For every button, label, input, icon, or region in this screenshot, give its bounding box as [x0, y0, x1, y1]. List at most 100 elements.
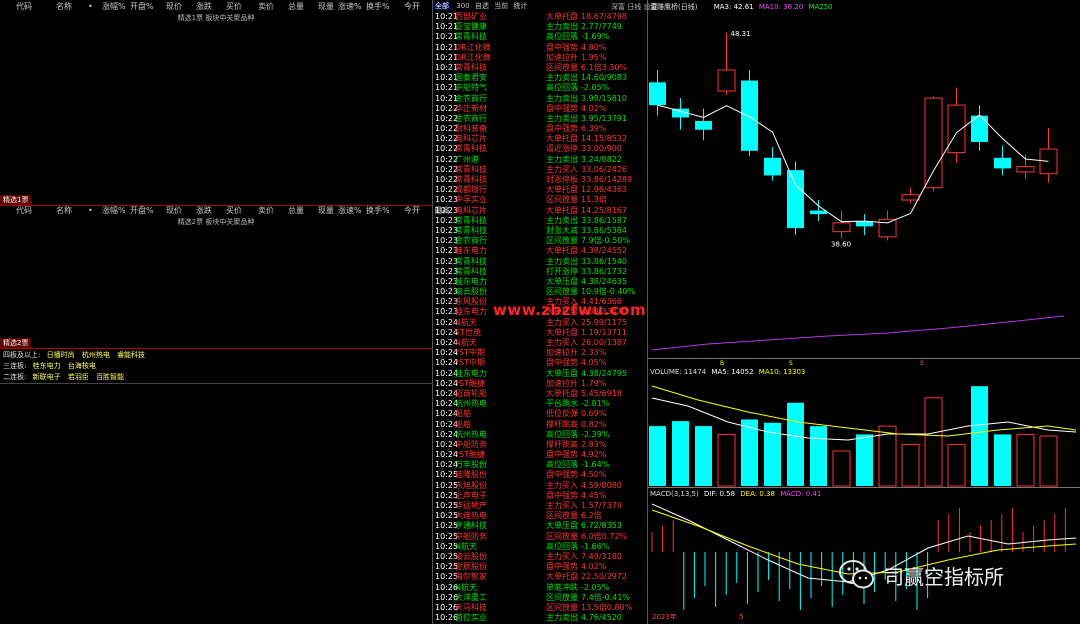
feed-row[interactable]: 10:25 中船防务 区间放量 6.0倍0.72% [433, 532, 647, 542]
feed-row[interactable]: 10:24 杭州热电 高位回落 -2.39% [433, 430, 647, 440]
sector-stock[interactable]: 桂东电力 [33, 362, 61, 370]
feed-row[interactable]: 10:23 电科芯片 大单托盘 14.25/8167 [433, 206, 647, 216]
volume-bar[interactable] [787, 402, 804, 486]
feed-tab-watch[interactable]: 自选 [475, 2, 489, 10]
feed-row[interactable]: 10:24 N航天 主力买入 25.99/1175 [433, 318, 647, 328]
feed-tab-stats[interactable]: 统计 [513, 2, 527, 10]
col-name[interactable]: 名称 [56, 205, 88, 216]
feed-row[interactable]: 10:24 杭州热电 平台跳水 -2.81% [433, 399, 647, 409]
candle[interactable] [832, 222, 851, 233]
volume-bar[interactable] [994, 434, 1011, 486]
sector-stock[interactable]: 杭州热电 [82, 351, 110, 359]
feed-row[interactable]: 10:21 DR江化微 加速拉升 1.95% [433, 53, 647, 63]
feed-row[interactable]: 10:25 金辰股份 盘中强势 4.02% [433, 562, 647, 572]
kline-chart[interactable]: 48.31 38.60 B S S [648, 8, 1080, 368]
sector-stock[interactable]: 百胜智能 [96, 373, 124, 381]
feed-row[interactable]: 10:24 N航天 主力买入 26.00/1387 [433, 338, 647, 348]
feed-row[interactable]: 10:26 大洋重工 区间放量 7.4倍-0.41% [433, 593, 647, 603]
col-turnover[interactable]: 换手% [366, 205, 404, 216]
feed-row[interactable]: 10:23 常青科技 主力卖出 33.86/1587 [433, 216, 647, 226]
candle[interactable] [810, 210, 827, 215]
feed-row[interactable]: 10:23 中孚实业 区间放量 11.3倍 [433, 195, 647, 205]
feed-row[interactable]: 10:26 首位实业 主力卖出 4.76/4520 [433, 613, 647, 623]
col-ask[interactable]: 卖价 [258, 1, 288, 12]
feed-row[interactable]: 10:24 船舶 低位反弹 0.69% [433, 409, 647, 419]
col-cur-vol[interactable]: 现量 [318, 205, 338, 216]
feed-row[interactable]: 10:22 电科芯片 大单托盘 14.15/8532 [433, 134, 647, 144]
col-speed[interactable]: 涨速% [338, 205, 366, 216]
col-open-pct[interactable]: 开盘% [130, 1, 166, 12]
feed-row[interactable]: 10:22 耐科装备 盘中强势 6.39% [433, 124, 647, 134]
col-bid[interactable]: 买价 [226, 1, 258, 12]
feed-row[interactable]: 10:25 凌云股份 主力买入 7.49/3180 [433, 552, 647, 562]
feed-row[interactable]: 10:22 常青科技 主力买入 33.06/2426 [433, 165, 647, 175]
sector-stock[interactable]: 若羽臣 [68, 373, 89, 381]
feed-row[interactable]: 10:21 亚宝健康 主力卖出 2.77/7749 [433, 22, 647, 32]
col-name[interactable]: 名称 [56, 1, 88, 12]
volume-chart[interactable] [648, 378, 1080, 488]
feed-row[interactable]: 10:21 国泰君安 主力卖出 14.60/9083 [433, 73, 647, 83]
col-ask[interactable]: 卖价 [258, 205, 288, 216]
col-volume[interactable]: 总量 [288, 205, 318, 216]
volume-bar[interactable] [672, 421, 689, 486]
feed-row[interactable]: 10:23 桂东电力 大单托盘 4.38/24552 [433, 246, 647, 256]
col-delta[interactable]: 涨跌 [196, 1, 226, 12]
feed-row[interactable]: 10:25 海尔智家 大单托盘 22.50/2972 [433, 572, 647, 582]
volume-bar[interactable] [741, 419, 758, 486]
feed-row[interactable]: 10:24 中船防务 撑杆跳高 2.83% [433, 440, 647, 450]
col-volume[interactable]: 总量 [288, 1, 318, 12]
feed-row[interactable]: 10:25 亨通科技 大单压盘 6.72/8353 [433, 521, 647, 531]
candle[interactable] [741, 80, 758, 151]
feed-row[interactable]: 10:25 上声电子 盘中强势 4.45% [433, 491, 647, 501]
macd-chart[interactable] [648, 500, 1080, 612]
col-code[interactable]: 代码 [0, 205, 56, 216]
volume-bar[interactable] [717, 433, 736, 487]
candle[interactable] [924, 97, 943, 189]
tab-list2[interactable]: 精选2票 [0, 338, 32, 348]
feed-row[interactable]: 10:25 大连热电 区间放量 6.2倍 [433, 511, 647, 521]
feed-row[interactable]: 10:22 常青科技 封涨停板 33.86/14289 [433, 175, 647, 185]
feed-row[interactable]: 10:22 广州港 主力卖出 3.24/8822 [433, 155, 647, 165]
volume-bar[interactable] [695, 426, 712, 486]
volume-bar[interactable] [971, 386, 988, 486]
feed-row[interactable]: 10:23 金农商行 区间放量 7.9倍-0.50% [433, 236, 647, 246]
feed-row[interactable]: 10:21 常青科技 区间放量 6.1倍3.30% [433, 63, 647, 73]
col-price[interactable]: 现价 [166, 1, 196, 12]
feed-tab-all[interactable]: 全部 [433, 2, 451, 10]
volume-bar[interactable] [1016, 433, 1035, 487]
candle[interactable] [695, 120, 712, 130]
feed-row[interactable]: 10:23 常青科技 主力卖出 33.86/1540 [433, 257, 647, 267]
volume-bar[interactable] [856, 434, 873, 486]
col-cur-vol[interactable]: 现量 [318, 1, 338, 12]
sector-stock[interactable]: 新联电子 [33, 373, 61, 381]
feed-row[interactable]: 10:24 *ST中期 盘中强势 4.05% [433, 358, 647, 368]
feed-row[interactable]: 10:22 常青科技 逼近涨停 33.00/900 [433, 144, 647, 154]
volume-bar[interactable] [924, 397, 943, 487]
candle[interactable] [649, 82, 666, 106]
feed-row[interactable]: 10:24 桂东电力 大单压盘 4.38/24795 [433, 369, 647, 379]
candle[interactable] [1016, 166, 1035, 173]
feed-row[interactable]: 10:21 西部矿业 大单托盘 18.67/4798 [433, 12, 647, 22]
feed-row[interactable]: 10:25 N航天 高位回落 -1.66% [433, 542, 647, 552]
col-turnover[interactable]: 换手% [366, 1, 404, 12]
sector-stock[interactable]: 日播时尚 [47, 351, 75, 359]
col-bid[interactable]: 买价 [226, 205, 258, 216]
feed-tab-current[interactable]: 当前 [494, 2, 508, 10]
col-delta[interactable]: 涨跌 [196, 205, 226, 216]
feed-row[interactable]: 10:22 成都银行 大单托盘 12.96/4363 [433, 185, 647, 195]
col-open-pct[interactable]: 开盘% [130, 205, 166, 216]
feed-row[interactable]: 10:22 金农商行 主力卖出 3.95/13791 [433, 114, 647, 124]
feed-row[interactable]: 10:25 佳隆股份 盘中强势 4.50% [433, 470, 647, 480]
col-today-open[interactable]: 今开 [404, 205, 434, 216]
feed-row[interactable]: 10:21 中船特气 高位回落 -2.05% [433, 83, 647, 93]
feed-tab-300[interactable]: 300 [456, 2, 469, 10]
feed-row[interactable]: 10:26 天马科技 区间放量 13.5倍0.80% [433, 603, 647, 613]
volume-bar[interactable] [832, 450, 851, 487]
candle[interactable] [901, 194, 920, 201]
candle[interactable] [994, 157, 1011, 169]
candle[interactable] [717, 69, 736, 92]
volume-bar[interactable] [649, 426, 666, 486]
volume-bar[interactable] [1039, 435, 1058, 487]
feed-row[interactable]: 10:26 N航天 单笔冲跌 -2.05% [433, 583, 647, 593]
volume-bar[interactable] [901, 443, 920, 487]
